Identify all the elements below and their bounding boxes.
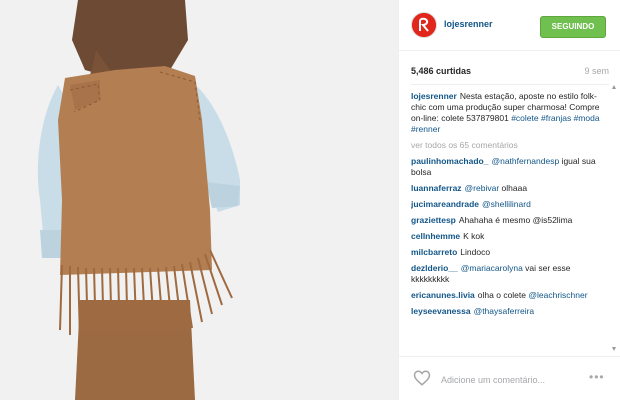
more-options-icon[interactable]: ••• (589, 370, 605, 384)
comment-text: olhaaa (499, 183, 528, 193)
comment-item: luannaferraz @rebivar olhaaa (411, 183, 605, 194)
comment-bar: ••• (399, 356, 620, 401)
comment-text: olha o colete (477, 290, 529, 300)
post-time[interactable]: 9 sem (584, 66, 609, 76)
comment-item: ericanunes.livia olha o colete @leachrisc… (411, 290, 605, 301)
comment-username[interactable]: luannaferraz (411, 183, 462, 193)
comment-mention[interactable]: @leachrischner (528, 290, 587, 300)
comment-mention[interactable]: @shellilinard (482, 199, 531, 209)
comment-mention[interactable]: @mariacarolyna (461, 263, 523, 273)
comment-username[interactable]: cellnhemme (411, 231, 460, 241)
post-photo[interactable] (0, 0, 398, 400)
heart-icon[interactable] (413, 369, 431, 387)
comment-text: Lindoco (460, 247, 491, 257)
following-button[interactable]: SEGUINDO (540, 16, 606, 38)
comment-item: leyseevanessa @thaysaferreira (411, 306, 605, 317)
likes-count[interactable]: 5,486 curtidas (411, 66, 471, 76)
comment-username[interactable]: ericanunes.livia (411, 290, 475, 300)
comments-list[interactable]: lojesrenner Nesta estação, aposte no esti… (411, 91, 605, 353)
comment-username[interactable]: graziettesp (411, 215, 456, 225)
caption: lojesrenner Nesta estação, aposte no esti… (411, 91, 605, 135)
comment-item: milcbarreto Lindoco (411, 247, 605, 258)
comment-text: Ahahaha é mesmo @is52lima (458, 215, 573, 225)
comment-item: graziettesp Ahahaha é mesmo @is52lima (411, 215, 605, 226)
scroll-up-arrow-icon[interactable] (612, 85, 616, 89)
view-all-comments-link[interactable]: ver todos os 65 comentários (411, 140, 605, 151)
account-username[interactable]: lojesrenner (444, 19, 493, 29)
comment-item: dezlderio__ @mariacarolyna vai ser esse k… (411, 263, 605, 285)
divider (411, 84, 609, 85)
avatar[interactable] (411, 12, 437, 38)
comment-mention[interactable]: @thaysaferreira (474, 306, 535, 316)
comment-mention[interactable]: @nathfernandesp (491, 156, 559, 166)
renner-logo-icon (412, 13, 436, 37)
scroll-down-arrow-icon[interactable] (612, 347, 616, 351)
post-stats: 5,486 curtidas 9 sem (411, 66, 609, 76)
comment-item: cellnhemme K kok (411, 231, 605, 242)
post-details-panel: lojesrenner SEGUINDO 5,486 curtidas 9 se… (398, 0, 620, 400)
post-photo-image (0, 0, 398, 400)
comment-username[interactable]: dezlderio__ (411, 263, 458, 273)
comment-item: jucimareandrade @shellilinard (411, 199, 605, 210)
post-header: lojesrenner SEGUINDO (399, 0, 620, 51)
comment-username[interactable]: paulinhomachado_ (411, 156, 488, 166)
caption-username[interactable]: lojesrenner (411, 91, 457, 101)
comment-mention[interactable]: @rebivar (465, 183, 500, 193)
comment-item: paulinhomachado_ @nathfernandesp igual su… (411, 156, 605, 178)
comment-username[interactable]: milcbarreto (411, 247, 457, 257)
comment-username[interactable]: jucimareandrade (411, 199, 479, 209)
add-comment-input[interactable] (439, 372, 583, 388)
comment-username[interactable]: leyseevanessa (411, 306, 471, 316)
comments-scrollbar[interactable] (612, 85, 616, 351)
comment-text: K kok (463, 231, 485, 241)
